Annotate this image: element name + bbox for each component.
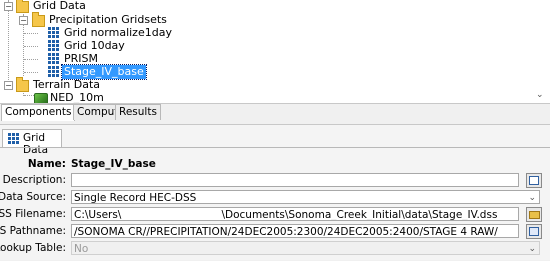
lookup-table-select[interactable]: No ⌄ [71,241,540,255]
tree-node-stage-iv-base[interactable]: Stage_IV_base [0,64,200,80]
lookup-table-value: No [74,243,89,255]
dss-pathname-field[interactable]: /SONOMA CR//PRECIPITATION/24DEC2005:2300… [71,224,519,238]
list-icon [529,227,539,236]
dss-filename-field[interactable]: C:\Users\ \Documents\Sonoma_Creek_Initia… [71,207,519,221]
name-label: Name: [27,158,66,170]
select-pathname-button[interactable] [526,224,542,239]
terrain-icon [34,93,48,103]
tree-node-ned-10m[interactable]: NED_10m [0,91,200,103]
explorer-tabs: Components Compute Results [0,104,550,121]
data-source-label: Data Source: [0,191,66,203]
component-tree[interactable]: − Grid Data − Precipitation Gridsets Gri… [0,0,550,104]
description-field[interactable] [71,173,519,187]
grid-icon [48,27,59,38]
browse-button[interactable] [526,207,542,222]
data-source-select[interactable]: Single Record HEC-DSS ⌄ [71,190,540,204]
description-edit-button[interactable] [526,173,542,188]
tree-node-prism[interactable]: PRISM [0,52,200,66]
tree-node-grid-normalize1day[interactable]: Grid normalize1day [0,26,200,40]
notepad-icon [529,176,539,185]
tab-results[interactable]: Results [115,104,161,120]
grid-icon [48,53,59,64]
dss-pathname-label: *DSS Pathname: [0,225,66,237]
tree-node-terrain-data[interactable]: − Terrain Data [0,77,200,92]
grid-icon [8,133,19,144]
tab-components[interactable]: Components [1,104,76,121]
dss-filename-label: *DSS Filename: [0,208,66,220]
grid-icon [48,66,59,77]
tree-node-grid-10day[interactable]: Grid 10day [0,39,200,53]
lookup-table-label: Lookup Table: [0,242,66,254]
open-folder-icon [529,211,540,219]
grid-icon [48,40,59,51]
chevron-down-icon: ⌄ [528,193,536,203]
tab-grid-data[interactable]: Grid Data [2,129,62,156]
scroll-down-icon[interactable]: ⌄ [536,90,544,100]
collapse-icon[interactable]: − [4,2,13,11]
component-editor: Grid Data Name: Stage_IV_base Descriptio… [0,124,550,260]
description-label: Description: [2,174,66,186]
grid-data-form: Name: Stage_IV_base Description: Data So… [0,147,550,261]
collapse-icon[interactable]: − [19,16,28,25]
folder-icon [16,0,29,13]
data-source-value: Single Record HEC-DSS [74,192,197,204]
name-value: Stage_IV_base [71,158,156,170]
tree-node-precipitation-gridsets[interactable]: − Precipitation Gridsets [0,12,200,27]
collapse-icon[interactable]: − [4,81,13,90]
chevron-down-icon: ⌄ [528,244,536,254]
tree-node-grid-data[interactable]: − Grid Data [0,0,200,13]
